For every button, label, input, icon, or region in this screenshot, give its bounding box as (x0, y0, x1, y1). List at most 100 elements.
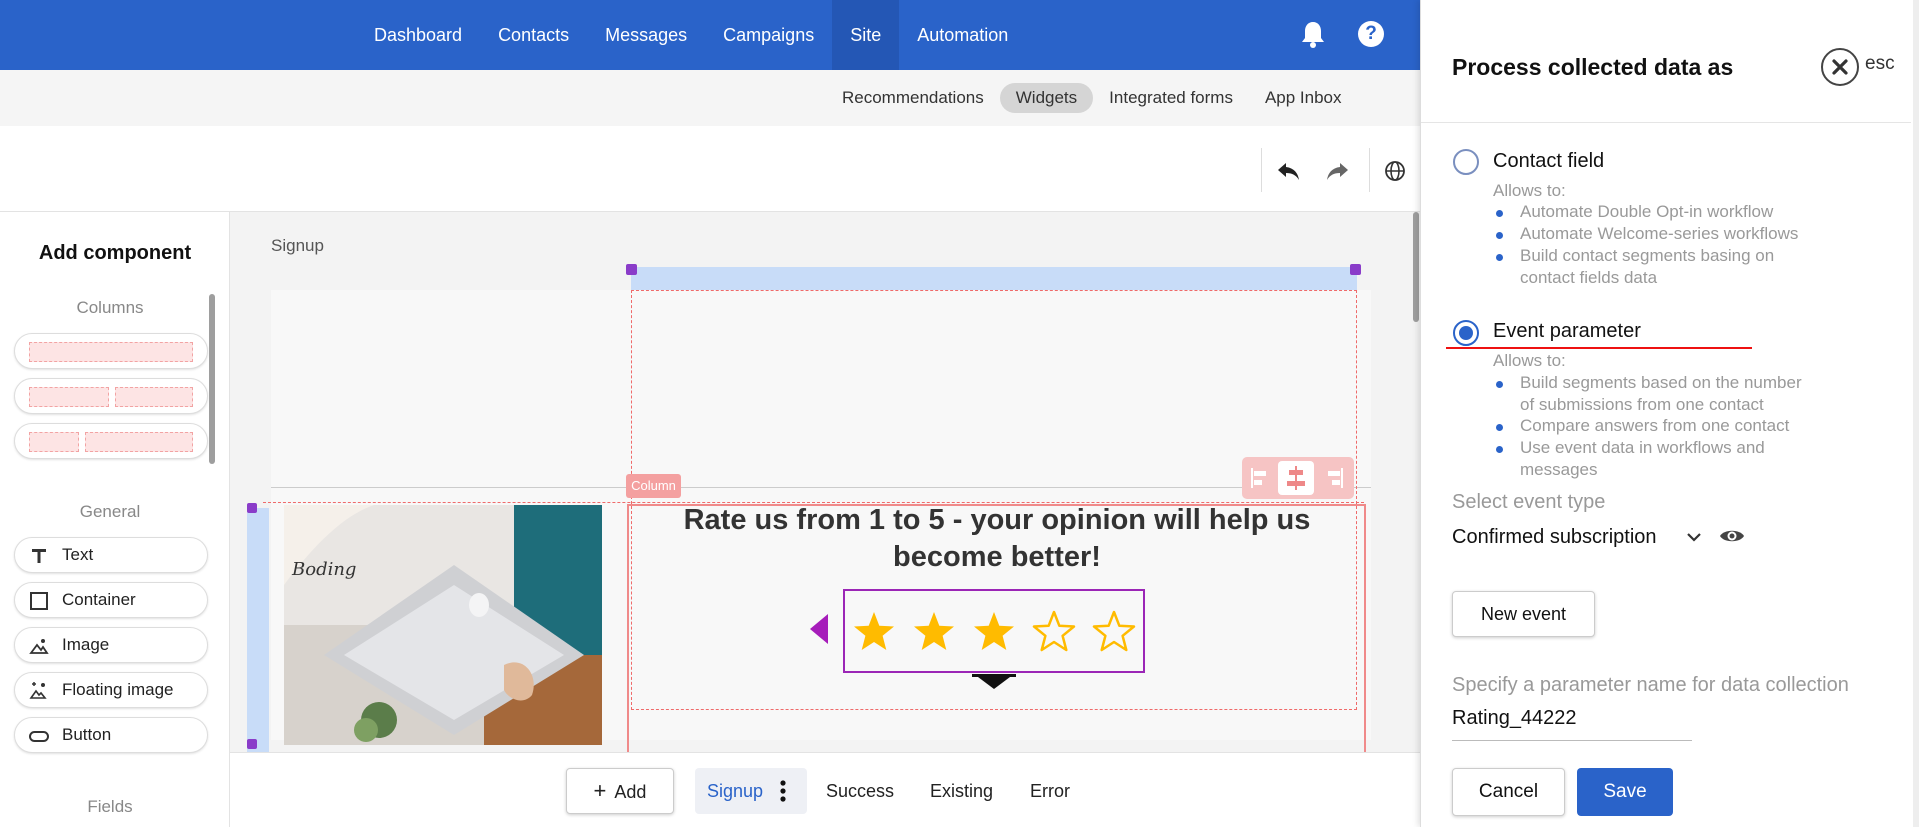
save-button[interactable]: Save (1577, 768, 1673, 816)
align-center-icon (1287, 466, 1305, 490)
chevron-down-icon[interactable] (1686, 531, 1702, 543)
resize-handle[interactable] (626, 264, 637, 275)
two-column-uneven-layout[interactable] (14, 423, 208, 459)
undo-icon[interactable] (1274, 156, 1304, 186)
event-parameter-benefit: Build segments based on the number of su… (1493, 372, 1813, 416)
stars-graphic (854, 610, 1136, 652)
canvas-scrollbar[interactable] (1413, 212, 1419, 322)
tab-signup-label: Signup (707, 781, 764, 801)
param-name-input[interactable]: Rating_44222 (1452, 707, 1692, 741)
row-selection-bar[interactable] (247, 508, 269, 764)
event-parameter-radio[interactable] (1453, 320, 1479, 346)
contact-field-benefit: Automate Welcome-series workflows (1493, 223, 1813, 245)
add-step-button[interactable]: + Add (566, 768, 674, 814)
process-data-panel: Process collected data as esc Contact fi… (1420, 0, 1920, 827)
subnav-app-inbox[interactable]: App Inbox (1249, 83, 1358, 113)
plus-icon: + (593, 778, 607, 803)
column-cell (29, 432, 79, 452)
fields-section-title: Fields (87, 797, 133, 816)
contact-field-allows: Allows to: (1493, 181, 1566, 200)
event-parameter-label[interactable]: Event parameter (1493, 320, 1641, 343)
sub-navbar: Recommendations Widgets Integrated forms… (0, 70, 1420, 126)
resize-handle[interactable] (247, 739, 257, 749)
subnav-integrated-forms[interactable]: Integrated forms (1093, 83, 1249, 113)
tab-signup[interactable]: Signup (695, 768, 807, 814)
svg-text:Boding: Boding (291, 559, 356, 580)
help-icon[interactable]: ? (1358, 21, 1384, 47)
panel-scrollbar[interactable] (1913, 0, 1919, 827)
step-tabs-bar: + Add Signup Success Existing Error (230, 752, 1420, 827)
button-component[interactable]: Button (14, 717, 208, 753)
nav-dashboard[interactable]: Dashboard (356, 0, 480, 70)
editor-toolbar (0, 126, 1420, 212)
subnav-recommendations[interactable]: Recommendations (826, 83, 1000, 113)
contact-field-radio[interactable] (1453, 149, 1479, 175)
contact-field-benefit: Build contact segments basing on contact… (1493, 245, 1813, 289)
event-type-select[interactable]: Confirmed subscription (1452, 526, 1657, 549)
tab-existing[interactable]: Existing (930, 768, 993, 814)
align-right-icon[interactable] (1320, 465, 1348, 491)
event-parameter-benefit: Use event data in workflows and messages (1493, 437, 1813, 481)
component-label: Button (62, 725, 112, 744)
align-left-icon[interactable] (1246, 465, 1274, 491)
column-cell (85, 432, 193, 452)
image-icon (29, 639, 49, 654)
caret-left-icon[interactable] (806, 612, 830, 646)
floating-image-icon (29, 682, 47, 699)
subnav-widgets[interactable]: Widgets (999, 83, 1094, 113)
image-component[interactable]: Image (14, 627, 208, 663)
more-vertical-icon[interactable] (777, 779, 789, 803)
component-label: Floating image (62, 680, 174, 699)
container-component[interactable]: Container (14, 582, 208, 618)
contact-field-label[interactable]: Contact field (1493, 150, 1604, 173)
rating-stars[interactable] (843, 589, 1145, 673)
nav-site[interactable]: Site (832, 0, 900, 70)
laptop-photo: Boding (284, 505, 602, 745)
floating-image-component[interactable]: Floating image (14, 672, 208, 708)
one-column-layout[interactable] (14, 333, 208, 369)
star-filled-icon[interactable] (854, 612, 894, 650)
star-empty-icon[interactable] (1032, 610, 1076, 652)
highlight-underline (1446, 347, 1752, 349)
star-filled-icon[interactable] (914, 612, 954, 650)
columns-section-title: Columns (76, 298, 144, 317)
widget-headline[interactable]: Rate us from 1 to 5 - your opinion will … (630, 502, 1364, 576)
toolbar-divider (1261, 148, 1262, 192)
nav-contacts[interactable]: Contacts (480, 0, 587, 70)
close-button[interactable] (1821, 48, 1859, 86)
tab-error[interactable]: Error (1030, 768, 1070, 814)
text-component[interactable]: Text (14, 537, 208, 573)
nav-automation[interactable]: Automation (899, 0, 1026, 70)
new-event-button[interactable]: New event (1452, 591, 1595, 637)
event-type-label: Select event type (1452, 491, 1606, 513)
bell-icon[interactable] (1300, 20, 1326, 48)
two-column-layout[interactable] (14, 378, 208, 414)
column-tag: Column (626, 474, 681, 498)
resize-handle[interactable] (247, 503, 257, 513)
caret-down-icon[interactable] (972, 674, 1016, 690)
close-icon (1832, 59, 1848, 75)
star-filled-icon[interactable] (974, 612, 1014, 650)
nav-messages[interactable]: Messages (587, 0, 705, 70)
cancel-button[interactable]: Cancel (1452, 768, 1565, 816)
align-center-button[interactable] (1278, 461, 1314, 495)
param-name-label: Specify a parameter name for data collec… (1452, 674, 1849, 696)
nav-campaigns[interactable]: Campaigns (705, 0, 832, 70)
main-nav: Dashboard Contacts Messages Campaigns Si… (356, 0, 1026, 70)
canvas-step-title: Signup (271, 236, 324, 255)
eye-icon[interactable] (1719, 527, 1745, 545)
panel-title: Process collected data as (1452, 54, 1734, 80)
column-selection-bar[interactable] (631, 267, 1357, 290)
globe-icon[interactable] (1380, 156, 1410, 186)
add-step-label: Add (614, 782, 647, 802)
button-icon (29, 731, 49, 742)
column-cell (29, 387, 109, 407)
components-panel-scrollbar[interactable] (209, 294, 215, 464)
resize-handle[interactable] (1350, 264, 1361, 275)
contact-field-benefit: Automate Double Opt-in workflow (1493, 201, 1813, 223)
redo-icon[interactable] (1322, 156, 1352, 186)
tab-success[interactable]: Success (826, 768, 894, 814)
panel-divider (1421, 122, 1911, 123)
star-empty-icon[interactable] (1092, 610, 1136, 652)
esc-label: esc (1865, 53, 1895, 74)
